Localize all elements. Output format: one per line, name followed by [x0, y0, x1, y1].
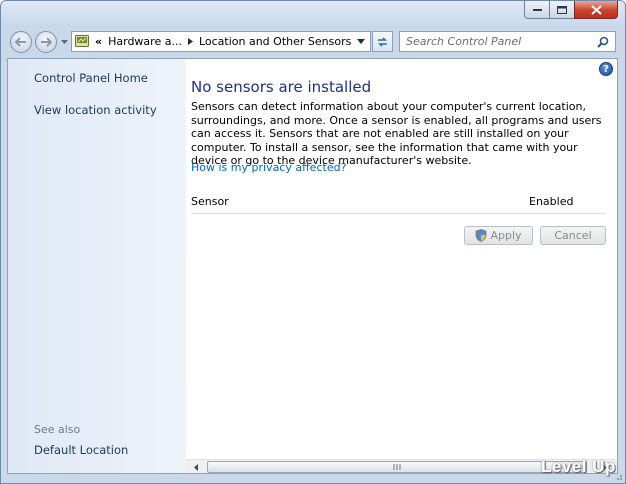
- client-area: Control Panel Home View location activit…: [7, 58, 618, 474]
- chevron-down-icon: [60, 40, 68, 44]
- forward-button[interactable]: [35, 31, 57, 53]
- apply-button-label: Apply: [490, 229, 522, 242]
- address-bar[interactable]: « Hardware a... Location and Other Senso…: [71, 31, 371, 52]
- see-also-label: See also: [34, 423, 81, 436]
- title-bar[interactable]: [1, 1, 625, 27]
- breadcrumb-overflow[interactable]: «: [95, 35, 102, 48]
- help-icon[interactable]: ?: [599, 62, 613, 76]
- privacy-link[interactable]: How is my privacy affected?: [191, 161, 346, 174]
- breadcrumb-item-hardware[interactable]: Hardware a...: [108, 35, 182, 48]
- search-box[interactable]: [399, 31, 616, 52]
- main-content: ? No sensors are installed Sensors can d…: [186, 59, 617, 463]
- close-icon: [590, 4, 602, 15]
- minimize-icon: [532, 8, 542, 11]
- arrow-left-icon: [15, 37, 26, 47]
- page-title: No sensors are installed: [191, 78, 372, 96]
- refresh-button[interactable]: [372, 31, 393, 52]
- search-icon[interactable]: [597, 36, 609, 48]
- chevron-right-icon[interactable]: [187, 38, 193, 45]
- sidebar-link-default-location[interactable]: Default Location: [34, 443, 128, 457]
- scroll-left-button[interactable]: [188, 460, 203, 473]
- chevron-down-icon: [357, 39, 365, 44]
- search-input[interactable]: [400, 35, 591, 48]
- control-panel-icon: [75, 35, 89, 48]
- scrollbar-thumb[interactable]: [207, 461, 587, 473]
- close-button[interactable]: [574, 1, 618, 19]
- grip-icon: [393, 464, 401, 470]
- uac-shield-icon: [475, 229, 487, 242]
- minimize-button[interactable]: [524, 1, 550, 19]
- scroll-left-icon: [193, 464, 198, 471]
- sidebar: Control Panel Home View location activit…: [8, 59, 186, 473]
- control-panel-window: « Hardware a... Location and Other Senso…: [0, 0, 626, 484]
- back-button[interactable]: [10, 31, 32, 53]
- sensor-list-header: Sensor Enabled: [191, 193, 606, 214]
- breadcrumb-item-location-sensors[interactable]: Location and Other Sensors: [199, 35, 351, 48]
- recent-pages-dropdown[interactable]: [60, 37, 68, 47]
- description-text: Sensors can detect information about you…: [191, 100, 602, 167]
- sidebar-link-control-panel-home[interactable]: Control Panel Home: [34, 71, 148, 85]
- column-header-enabled[interactable]: Enabled: [529, 195, 573, 208]
- sidebar-link-view-location-activity[interactable]: View location activity: [34, 103, 157, 117]
- column-header-sensor[interactable]: Sensor: [191, 195, 229, 208]
- watermark-text: Level Up: [541, 457, 616, 476]
- arrow-right-icon: [41, 37, 52, 47]
- cancel-button[interactable]: Cancel: [540, 226, 606, 245]
- navigation-toolbar: « Hardware a... Location and Other Senso…: [1, 27, 625, 57]
- maximize-icon: [557, 5, 567, 14]
- apply-button[interactable]: Apply: [464, 226, 533, 245]
- refresh-icon: [378, 36, 387, 47]
- address-dropdown[interactable]: [357, 39, 365, 44]
- maximize-button[interactable]: [549, 1, 575, 19]
- cancel-button-label: Cancel: [554, 229, 592, 242]
